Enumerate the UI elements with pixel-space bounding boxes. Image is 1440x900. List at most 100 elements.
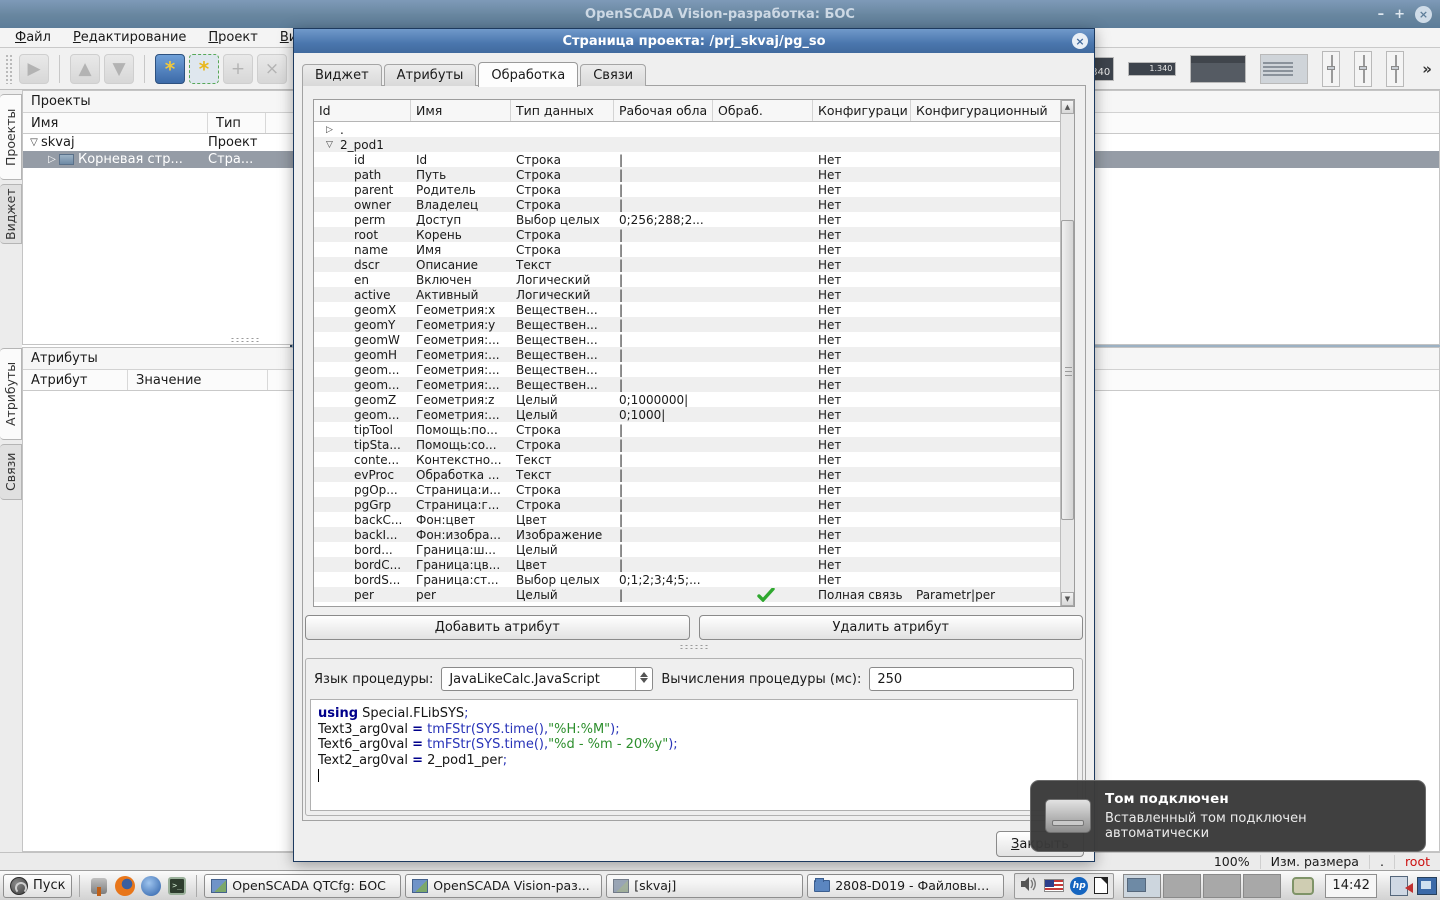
attributes-col-Атрибут[interactable]: Атрибут xyxy=(23,370,128,390)
table-row[interactable]: dscrОписаниеТекст|Нет xyxy=(314,257,1074,272)
table-row[interactable]: rootКореньСтрока|Нет xyxy=(314,227,1074,242)
attributes-table[interactable]: IdИмяТип данныхРабочая облаОбраб.Конфигу… xyxy=(313,99,1075,607)
add-attribute-button[interactable]: Добавить атрибут xyxy=(305,615,690,640)
expander-icon[interactable]: ▽ xyxy=(319,140,335,150)
table-row[interactable]: geomWГеометрия:...Веществен...|Нет xyxy=(314,332,1074,347)
menu-item-Редактирование[interactable]: Редактирование xyxy=(62,28,197,48)
session-save-icon[interactable] xyxy=(1417,877,1437,895)
table-row[interactable]: parentРодительСтрока|Нет xyxy=(314,182,1074,197)
table-row[interactable]: geomYГеометрия:yВеществен...|Нет xyxy=(314,317,1074,332)
table-header-Рабочая обла[interactable]: Рабочая обла xyxy=(614,100,713,121)
slider-widget-thumb[interactable] xyxy=(1386,51,1404,87)
tab-Связи[interactable]: Связи xyxy=(580,64,646,86)
document-icon[interactable] xyxy=(1094,877,1108,894)
maximize-button[interactable]: + xyxy=(1394,7,1405,22)
table-row[interactable]: pathПутьСтрока|Нет xyxy=(314,167,1074,182)
table-row[interactable]: enВключенЛогический|Нет xyxy=(314,272,1074,287)
dock-tab-Проекты[interactable]: Проекты xyxy=(0,94,22,180)
table-row[interactable]: geom...Геометрия:...Веществен...|Нет xyxy=(314,362,1074,377)
scroll-down-icon[interactable]: ▼ xyxy=(1061,592,1074,606)
table-row[interactable]: . xyxy=(314,602,1074,607)
pager-cell-2[interactable] xyxy=(1163,874,1201,898)
add-widget-icon[interactable]: + xyxy=(223,54,253,84)
scroll-up-icon[interactable]: ▲ xyxy=(1061,100,1074,114)
firefox-icon[interactable] xyxy=(113,874,137,898)
dialog-close-icon[interactable]: × xyxy=(1072,33,1088,49)
table-row[interactable]: backC...Фон:цветЦвет|Нет xyxy=(314,512,1074,527)
panel-widget-thumb[interactable] xyxy=(1190,55,1246,83)
table-header-Обраб.[interactable]: Обраб. xyxy=(713,100,813,121)
new-widget-icon[interactable]: * xyxy=(155,54,185,84)
minimize-button[interactable]: – xyxy=(1378,7,1385,22)
logout-icon[interactable] xyxy=(1390,876,1408,896)
save-db-icon[interactable]: ▼ xyxy=(104,54,134,84)
table-row[interactable]: bordS...Граница:ст...Выбор целых0;1;2;3;… xyxy=(314,572,1074,587)
table-header-Конфигураци[interactable]: Конфигураци xyxy=(813,100,911,121)
table-row[interactable]: geomXГеометрия:xВеществен...|Нет xyxy=(314,302,1074,317)
tab-Атрибуты[interactable]: Атрибуты xyxy=(384,64,477,86)
table-row[interactable]: pgOp...Страница:и...Строка|Нет xyxy=(314,482,1074,497)
toolbar-overflow-icon[interactable]: » xyxy=(1418,60,1436,78)
menu-item-Файл[interactable]: Файл xyxy=(4,28,62,48)
tab-Виджет[interactable]: Виджет xyxy=(302,64,382,86)
delete-widget-icon[interactable]: × xyxy=(257,54,287,84)
terminal-icon[interactable]: >_ xyxy=(165,874,189,898)
expander-icon[interactable]: ▷ xyxy=(319,125,335,135)
widget-library-icon[interactable]: * xyxy=(189,54,219,84)
dialog-splitter[interactable] xyxy=(679,644,709,650)
table-row[interactable]: bordC...Граница:цв...Цвет|Нет xyxy=(314,557,1074,572)
table-row[interactable]: tipToolПомощь:по...Строка|Нет xyxy=(314,422,1074,437)
projects-col-Имя[interactable]: Имя xyxy=(23,113,208,133)
expander-icon[interactable]: ▽ xyxy=(27,137,41,148)
dock-splitter[interactable] xyxy=(230,337,260,343)
table-row[interactable]: perperЦелый|Полная связьParametr|per xyxy=(314,587,1074,602)
taskbar-window-button[interactable]: OpenSCADA QTCfg: БОС xyxy=(204,874,401,898)
taskbar-window-button[interactable]: OpenSCADA Vision-раз... xyxy=(405,874,602,898)
tool-icon[interactable] xyxy=(87,874,111,898)
notification-popup[interactable]: Том подключен Вставленный том подключен … xyxy=(1030,780,1426,852)
dock-tab-Виджет[interactable]: Виджет xyxy=(0,184,22,244)
table-row[interactable]: geom...Геометрия:...Веществен...|Нет xyxy=(314,377,1074,392)
expander-icon[interactable]: ▷ xyxy=(45,154,59,165)
window-titlebar[interactable]: OpenSCADA Vision-разработка: БОС – + × xyxy=(0,0,1440,28)
attributes-col-Значение[interactable]: Значение xyxy=(128,370,268,390)
table-row[interactable]: geom...Геометрия:...Целый0;1000|Нет xyxy=(314,407,1074,422)
dock-tab-Связи[interactable]: Связи xyxy=(0,444,22,500)
pager-cell-3[interactable] xyxy=(1203,874,1241,898)
taskbar-window-button[interactable]: 2808-D019 - Файловый ... xyxy=(807,874,1004,898)
thunderbird-icon[interactable] xyxy=(139,874,163,898)
table-row[interactable]: nameИмяСтрока|Нет xyxy=(314,242,1074,257)
procedure-code-editor[interactable]: using Special.FLibSYS;Text3_arg0val = tm… xyxy=(310,699,1078,811)
table-header-Id[interactable]: Id xyxy=(314,100,411,121)
speaker-icon[interactable] xyxy=(1020,876,1038,896)
table-header-Имя[interactable]: Имя xyxy=(411,100,511,121)
table-row[interactable]: pgGrpСтраница:г...Строка|Нет xyxy=(314,497,1074,512)
table-row[interactable]: permДоступВыбор целых0;256;288;2...Нет xyxy=(314,212,1074,227)
run-project-icon[interactable]: ▶ xyxy=(19,54,49,84)
table-row[interactable]: conte...Контекстно...Текст|Нет xyxy=(314,452,1074,467)
scrollbar-thumb[interactable] xyxy=(1061,220,1074,520)
projects-col-Тип[interactable]: Тип xyxy=(208,113,266,133)
show-desktop-icon[interactable] xyxy=(1292,877,1314,895)
tab-Обработка[interactable]: Обработка xyxy=(478,62,578,87)
table-row[interactable]: idIdСтрока|Нет xyxy=(314,152,1074,167)
load-db-icon[interactable]: ▲ xyxy=(70,54,100,84)
hp-icon[interactable]: hp xyxy=(1070,877,1088,895)
vertical-scrollbar[interactable]: ▲ ▼ xyxy=(1060,100,1074,606)
us-flag-icon[interactable] xyxy=(1044,879,1064,892)
remove-attribute-button[interactable]: Удалить атрибут xyxy=(699,615,1084,640)
table-header-Тип данных[interactable]: Тип данных xyxy=(511,100,614,121)
table-row[interactable]: ▽2_pod1 xyxy=(314,137,1074,152)
pager-cell-1[interactable] xyxy=(1123,874,1161,898)
list-widget-thumb[interactable] xyxy=(1260,54,1308,84)
desktop-pager[interactable] xyxy=(1123,874,1281,898)
taskbar-window-button[interactable]: [skvaj] xyxy=(606,874,803,898)
slider-widget-thumb[interactable] xyxy=(1322,51,1340,87)
table-row[interactable]: bord...Граница:ш...Целый|Нет xyxy=(314,542,1074,557)
dock-tab-Атрибуты[interactable]: Атрибуты xyxy=(0,348,22,440)
calc-period-input[interactable]: 250 xyxy=(869,667,1074,691)
table-row[interactable]: tipSta...Помощь:со...Строка|Нет xyxy=(314,437,1074,452)
start-button[interactable]: Пуск xyxy=(3,874,72,898)
lcd-small-widget-thumb[interactable]: 1.340 xyxy=(1128,62,1176,76)
table-row[interactable]: backI...Фон:изобра...Изображение|Нет xyxy=(314,527,1074,542)
